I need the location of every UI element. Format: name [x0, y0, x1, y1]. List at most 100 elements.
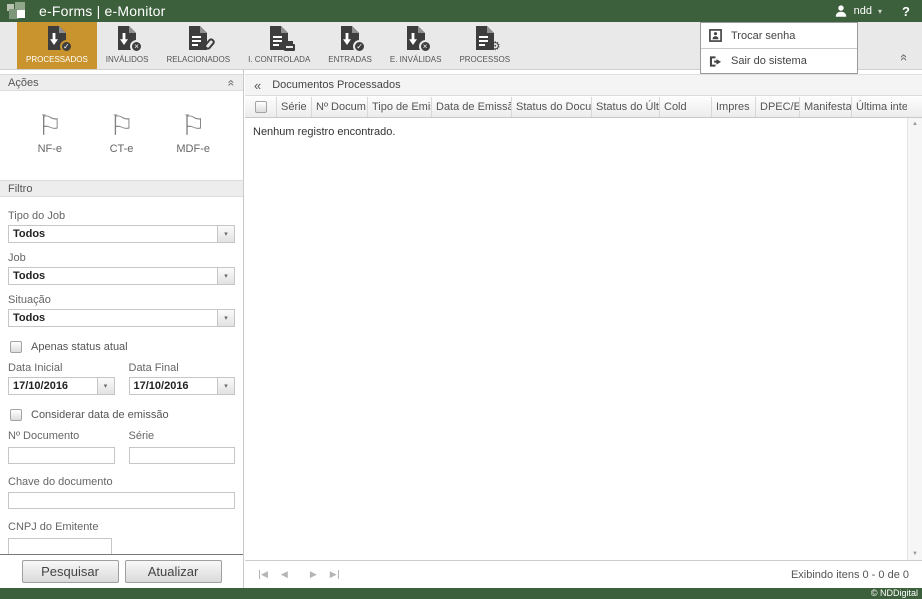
- serie-input[interactable]: [129, 447, 236, 464]
- checkbox-label: Apenas status atual: [31, 341, 128, 353]
- filter-title: Filtro: [8, 183, 32, 195]
- help-button[interactable]: ?: [902, 4, 910, 19]
- change-password-icon: [709, 29, 722, 42]
- column-header-data-emissao[interactable]: Data de Emissão: [432, 97, 512, 117]
- action-mdfe-button[interactable]: ⚐ MDF-e: [157, 111, 229, 155]
- tipo-do-job-select[interactable]: Todos ▾: [8, 225, 235, 243]
- document-printer-icon: [268, 25, 290, 51]
- check-badge-icon: ✓: [353, 40, 366, 53]
- data-final-label: Data Final: [129, 362, 236, 374]
- menu-item-sair-do-sistema[interactable]: Sair do sistema: [701, 48, 857, 73]
- job-value: Todos: [9, 268, 217, 284]
- copyright: © NDDigital: [871, 588, 918, 598]
- tab-entradas[interactable]: ✓ ENTRADAS: [319, 22, 381, 69]
- user-dropdown-menu: Trocar senha Sair do sistema: [700, 22, 858, 74]
- vertical-scrollbar[interactable]: ▲ ▼: [907, 118, 922, 560]
- column-header-cold[interactable]: Cold: [660, 97, 712, 117]
- documents-grid: Série Nº Docum Tipo de Emis Data de Emis…: [245, 97, 922, 560]
- filter-form: Tipo do Job Todos ▾ Job Todos ▾ Situação…: [0, 197, 243, 585]
- menu-item-trocar-senha[interactable]: Trocar senha: [701, 23, 857, 48]
- flag-icon: ⚐: [37, 111, 62, 141]
- sidebar: Ações « ⚐ NF-e ⚐ CT-e ⚐ MDF-e Filtro Tip…: [0, 70, 244, 588]
- data-final-datepicker[interactable]: 17/10/2016 ▾: [129, 377, 236, 395]
- pagination-prev-button[interactable]: ◀: [281, 569, 288, 580]
- cnpj-emitente-input[interactable]: [8, 538, 112, 555]
- document-download-check-icon: ✓: [46, 25, 68, 51]
- column-header-impresso[interactable]: Impres: [712, 97, 756, 117]
- action-cte-button[interactable]: ⚐ CT-e: [86, 111, 158, 155]
- caret-down-icon[interactable]: ▾: [878, 7, 882, 16]
- document-download-x-icon: ×: [116, 25, 138, 51]
- column-header-status-ultimo[interactable]: Status do Últ: [592, 97, 660, 117]
- tab-e-invalidas[interactable]: × E. INVÁLIDAS: [381, 22, 451, 69]
- first-page-icon: [259, 570, 260, 579]
- action-label: NF-e: [38, 143, 62, 155]
- situacao-value: Todos: [9, 310, 217, 326]
- tab-invalidos[interactable]: × INVÁLIDOS: [97, 22, 158, 69]
- considerar-data-emissao-checkbox[interactable]: [10, 409, 22, 421]
- user-menu-button[interactable]: ndd: [854, 5, 872, 17]
- next-icon: ▶: [330, 569, 337, 580]
- action-nfe-button[interactable]: ⚐ NF-e: [14, 111, 86, 155]
- chevron-double-up-icon: «: [897, 54, 912, 61]
- caret-down-icon[interactable]: ▾: [97, 378, 114, 394]
- select-all-checkbox[interactable]: [255, 101, 267, 113]
- column-header-ultima-interacao[interactable]: Última interaçã: [852, 97, 907, 117]
- toolbar-collapse-button[interactable]: «: [901, 49, 908, 67]
- situacao-label: Situação: [8, 294, 235, 306]
- tab-label: PROCESSADOS: [26, 55, 88, 64]
- column-header-num-documento[interactable]: Nº Docum: [312, 97, 368, 117]
- chave-documento-input[interactable]: [8, 492, 235, 509]
- document-download-x-icon: ×: [405, 25, 427, 51]
- column-header-tipo-emissao[interactable]: Tipo de Emis: [368, 97, 432, 117]
- serie-label: Série: [129, 430, 236, 442]
- last-page-icon: [338, 570, 339, 579]
- tab-relacionados[interactable]: RELACIONADOS: [157, 22, 239, 69]
- printer-badge-icon: [284, 44, 295, 51]
- logout-icon: [709, 55, 722, 68]
- job-select[interactable]: Todos ▾: [8, 267, 235, 285]
- column-header-status-documento[interactable]: Status do Docu: [512, 97, 592, 117]
- caret-down-icon[interactable]: ▾: [217, 226, 234, 242]
- tab-processos[interactable]: ⚙ PROCESSOS: [450, 22, 519, 69]
- column-header-manifestacao[interactable]: Manifesta: [800, 97, 852, 117]
- chevron-double-up-icon[interactable]: «: [225, 79, 239, 86]
- tab-label: INVÁLIDOS: [106, 55, 149, 64]
- menu-item-label: Trocar senha: [731, 30, 795, 42]
- pagination-status: Exibindo itens 0 - 0 de 0: [791, 569, 909, 581]
- x-badge-icon: ×: [130, 40, 143, 53]
- prev-icon: ◀: [281, 569, 288, 580]
- pagination-last-button[interactable]: ▶: [330, 569, 340, 580]
- user-icon: [834, 4, 848, 18]
- scroll-up-icon[interactable]: ▲: [912, 121, 918, 127]
- pagination-first-button[interactable]: ◀: [258, 569, 268, 580]
- data-final-value: 17/10/2016: [130, 378, 218, 394]
- tab-label: PROCESSOS: [459, 55, 510, 64]
- pagination-next-button[interactable]: ▶: [310, 569, 317, 580]
- empty-message: Nenhum registro encontrado.: [245, 118, 907, 146]
- app-footer: © NDDigital: [0, 588, 922, 599]
- considerar-data-emissao-checkbox-row[interactable]: Considerar data de emissão: [8, 409, 235, 421]
- tab-processados[interactable]: ✓ PROCESSADOS: [17, 22, 97, 69]
- column-header-serie[interactable]: Série: [277, 97, 312, 117]
- caret-down-icon[interactable]: ▾: [217, 378, 234, 394]
- scroll-down-icon[interactable]: ▼: [912, 551, 918, 557]
- column-header-dpec[interactable]: DPEC/E: [756, 97, 800, 117]
- tab-i-controlada[interactable]: I. CONTROLADA: [239, 22, 319, 69]
- document-gear-icon: ⚙: [474, 25, 496, 51]
- grid-header-row: Série Nº Docum Tipo de Emis Data de Emis…: [245, 97, 907, 118]
- num-documento-input[interactable]: [8, 447, 115, 464]
- caret-down-icon[interactable]: ▾: [217, 310, 234, 326]
- data-inicial-value: 17/10/2016: [9, 378, 97, 394]
- nddigital-logo-icon: [7, 2, 29, 20]
- data-inicial-datepicker[interactable]: 17/10/2016 ▾: [8, 377, 115, 395]
- apenas-status-atual-checkbox-row[interactable]: Apenas status atual: [8, 341, 235, 353]
- checkbox-label: Considerar data de emissão: [31, 409, 169, 421]
- situacao-select[interactable]: Todos ▾: [8, 309, 235, 327]
- caret-down-icon[interactable]: ▾: [217, 268, 234, 284]
- apenas-status-atual-checkbox[interactable]: [10, 341, 22, 353]
- chevron-double-left-icon[interactable]: «: [254, 79, 261, 92]
- pesquisar-button[interactable]: Pesquisar: [22, 560, 119, 583]
- tab-label: I. CONTROLADA: [248, 55, 310, 64]
- atualizar-button[interactable]: Atualizar: [125, 560, 222, 583]
